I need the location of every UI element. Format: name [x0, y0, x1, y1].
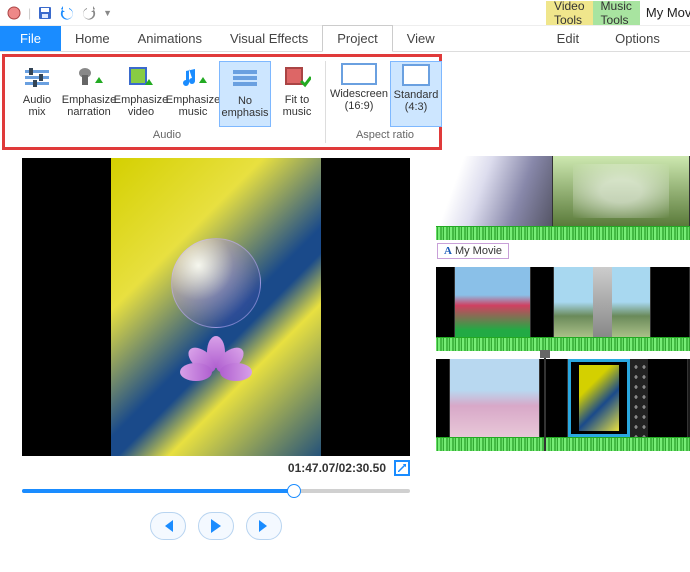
music-note-up-icon	[177, 63, 209, 91]
contextual-tabs: Video Tools Music Tools	[546, 1, 640, 25]
timeline-pane[interactable]: A My Movie	[432, 152, 690, 572]
clip-thumb[interactable]	[455, 267, 531, 337]
tab-file[interactable]: File	[0, 26, 61, 51]
caption-text: My Movie	[455, 245, 502, 257]
quick-access-toolbar: | ▼	[0, 5, 118, 21]
ribbon-tabs: File Home Animations Visual Effects Proj…	[0, 26, 690, 52]
film-check-icon	[281, 63, 313, 91]
clip-thumb[interactable]	[436, 359, 450, 437]
tab-visual-effects[interactable]: Visual Effects	[216, 26, 322, 51]
label: narration	[67, 106, 110, 118]
emphasize-video-button[interactable]: Emphasize video	[115, 61, 167, 127]
next-frame-button[interactable]	[246, 512, 282, 540]
tab-view[interactable]: View	[393, 26, 449, 51]
time-display: 01:47.07/02:30.50	[288, 461, 386, 475]
fullscreen-icon[interactable]	[394, 460, 410, 476]
seek-thumb[interactable]	[287, 484, 301, 498]
label: emphasis	[221, 107, 268, 119]
clip-thumb[interactable]	[531, 267, 554, 337]
ribbon-group-aspect-ratio: Widescreen (16:9) Standard (4:3) Aspect …	[326, 61, 444, 143]
text-a-icon: A	[444, 245, 452, 257]
label: video	[128, 106, 154, 118]
emphasize-narration-button[interactable]: Emphasize narration	[63, 61, 115, 127]
preview-frame	[111, 158, 321, 456]
main-area: 01:47.07/02:30.50 A My Movie	[0, 152, 690, 572]
clip-thumb[interactable]	[554, 267, 651, 337]
label: Emphasize	[166, 94, 220, 106]
flower-graphic	[181, 336, 251, 386]
tab-home[interactable]: Home	[61, 26, 124, 51]
preview-monitor[interactable]	[22, 158, 410, 456]
audio-track[interactable]	[436, 437, 690, 451]
playhead[interactable]	[544, 355, 546, 451]
tab-animations[interactable]: Animations	[124, 26, 216, 51]
emphasize-music-button[interactable]: Emphasize music	[167, 61, 219, 127]
audio-track[interactable]	[436, 337, 690, 351]
standard-icon	[402, 64, 430, 86]
label: Widescreen	[330, 88, 388, 100]
app-icon	[6, 5, 22, 21]
undo-icon[interactable]	[59, 5, 75, 21]
label: mix	[28, 106, 45, 118]
qat-separator: |	[28, 6, 31, 20]
seek-slider[interactable]	[22, 484, 410, 498]
label: (4:3)	[405, 101, 428, 113]
timeline-row-3[interactable]	[436, 359, 690, 451]
label: Standard	[394, 89, 439, 101]
film-up-icon	[125, 63, 157, 91]
widescreen-button[interactable]: Widescreen (16:9)	[328, 61, 390, 127]
film-strip[interactable]	[630, 359, 648, 437]
playback-controls	[150, 512, 282, 540]
widescreen-icon	[341, 63, 377, 85]
equal-bars-icon	[229, 64, 261, 92]
time-row: 01:47.07/02:30.50	[22, 460, 410, 476]
title-bar: | ▼ Video Tools Music Tools My Movie - M…	[0, 0, 690, 26]
tab-project[interactable]: Project	[322, 25, 392, 52]
group-label-audio: Audio	[153, 127, 181, 143]
timeline-row-1[interactable]: A My Movie	[436, 156, 690, 259]
preview-pane: 01:47.07/02:30.50	[0, 152, 432, 572]
save-icon[interactable]	[37, 5, 53, 21]
audio-mix-button[interactable]: Audio mix	[11, 61, 63, 127]
standard-button[interactable]: Standard (4:3)	[390, 61, 442, 127]
label: Emphasize	[114, 94, 168, 106]
clip-thumb[interactable]	[436, 267, 455, 337]
label: Fit to	[285, 94, 309, 106]
label: (16:9)	[345, 100, 374, 112]
sliders-icon	[21, 63, 53, 91]
fit-to-music-button[interactable]: Fit to music	[271, 61, 323, 127]
qat-dropdown-icon[interactable]: ▼	[103, 8, 112, 18]
contextual-tab-video[interactable]: Video Tools	[546, 1, 592, 25]
timeline-row-2[interactable]	[436, 267, 690, 351]
clip-thumb[interactable]	[450, 359, 540, 437]
clip-thumb[interactable]	[648, 359, 688, 437]
clip-thumb-selected[interactable]	[568, 359, 630, 437]
clip-thumb[interactable]	[651, 267, 690, 337]
label: music	[179, 106, 208, 118]
microphone-up-icon	[73, 63, 105, 91]
tab-options[interactable]: Options	[609, 26, 666, 51]
contextual-tab-music[interactable]: Music Tools	[593, 1, 640, 25]
label: Audio	[23, 94, 51, 106]
label: Emphasize	[62, 94, 116, 106]
bubble-graphic	[171, 238, 261, 328]
play-button[interactable]	[198, 512, 234, 540]
ribbon-project: Audio mix Emphasize narration Emphasize …	[2, 54, 442, 150]
audio-track[interactable]	[436, 226, 690, 240]
label: No	[238, 95, 252, 107]
group-label-aspect: Aspect ratio	[356, 127, 414, 143]
label: music	[283, 106, 312, 118]
window-title: My Movie - Movie M	[646, 5, 690, 20]
ribbon-group-audio: Audio mix Emphasize narration Emphasize …	[9, 61, 326, 143]
tab-edit[interactable]: Edit	[551, 26, 585, 51]
clip-thumb[interactable]	[436, 156, 553, 226]
clip-thumb[interactable]	[553, 156, 690, 226]
no-emphasis-button[interactable]: No emphasis	[219, 61, 271, 127]
redo-icon[interactable]	[81, 5, 97, 21]
previous-frame-button[interactable]	[150, 512, 186, 540]
caption-clip[interactable]: A My Movie	[437, 243, 509, 259]
